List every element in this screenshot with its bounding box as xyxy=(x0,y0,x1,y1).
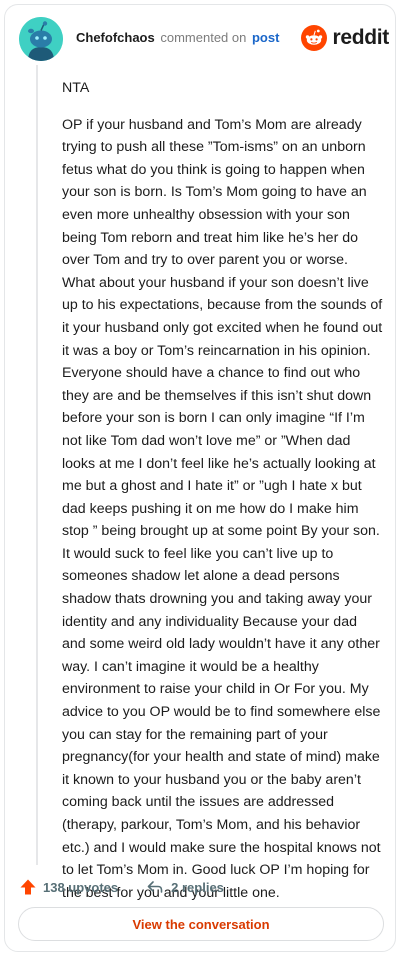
comment-paragraph: OP if your husband and Tom’s Mom are alr… xyxy=(62,116,383,901)
comment-header: Chefofchaos commented on post reddit xyxy=(19,17,389,61)
post-link[interactable]: post xyxy=(252,30,279,45)
action-text: commented on xyxy=(160,30,247,45)
reddit-logo[interactable]: reddit xyxy=(301,25,389,51)
reply-count: 2 replies xyxy=(171,879,224,895)
view-conversation-button[interactable]: View the conversation xyxy=(18,907,384,941)
comment-meta: Chefofchaos commented on post xyxy=(76,30,279,45)
user-avatar[interactable] xyxy=(19,17,63,61)
replies-button[interactable]: 2 replies xyxy=(146,878,224,896)
upvote-arrow-icon xyxy=(20,879,36,895)
reddit-wordmark: reddit xyxy=(332,26,389,49)
username-link[interactable]: Chefofchaos xyxy=(76,30,155,45)
snoo-avatar-icon xyxy=(19,17,63,61)
upvote-count: 138 upvotes xyxy=(43,879,119,895)
reddit-snoo-icon xyxy=(301,25,328,51)
comment-paragraph: NTA xyxy=(62,80,90,96)
thread-line xyxy=(36,65,38,865)
upvote-button[interactable]: 138 upvotes xyxy=(19,878,118,896)
comment-footer: 138 upvotes 2 replies xyxy=(19,875,379,899)
comment-card: Chefofchaos commented on post reddit NTA… xyxy=(4,4,396,952)
reply-arrow-icon xyxy=(147,881,163,893)
comment-body: NTA OP if your husband and Tom’s Mom are… xyxy=(62,77,384,918)
